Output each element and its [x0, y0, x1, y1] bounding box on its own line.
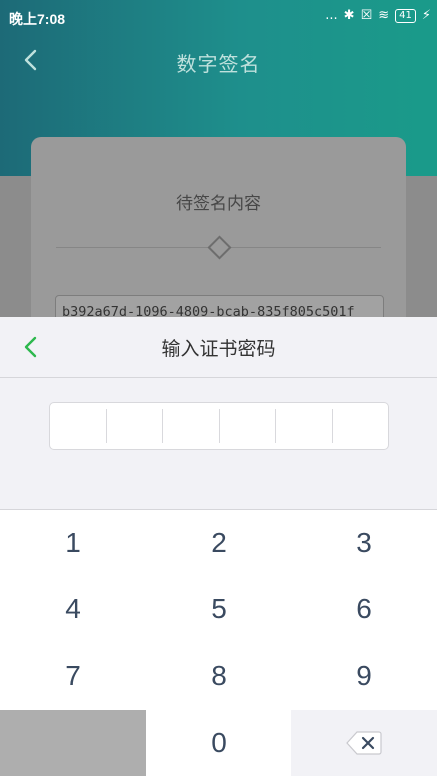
password-cell[interactable]: [50, 409, 106, 443]
number-keypad: 1 2 3 4 5 6 7 8 9 0: [0, 509, 437, 776]
status-bar: 晚上7:08 ... ✱ ☒ ≋ 41 ⚡: [0, 0, 437, 34]
key-4[interactable]: 4: [0, 576, 146, 642]
key-8[interactable]: 8: [146, 643, 292, 709]
sign-content-card: 待签名内容 b392a67d-1096-4809-bcab-835f805c50…: [31, 137, 406, 320]
sheet-header: 输入证书密码: [0, 317, 437, 378]
key-1[interactable]: 1: [0, 510, 146, 576]
background-page: 晚上7:08 ... ✱ ☒ ≋ 41 ⚡ 数字签名 待签名内容 b392a67…: [0, 0, 437, 320]
more-dots-icon: ...: [325, 8, 338, 23]
password-input[interactable]: [49, 402, 389, 450]
charging-icon: ⚡: [421, 8, 431, 23]
password-cell[interactable]: [218, 409, 276, 443]
bluetooth-icon: ✱: [343, 8, 355, 23]
diamond-icon: [207, 235, 232, 260]
status-time: 晚上7:08: [9, 11, 66, 27]
battery-icon: 41: [395, 8, 416, 23]
key-7[interactable]: 7: [0, 643, 146, 709]
card-title: 待签名内容: [176, 194, 261, 214]
key-9[interactable]: 9: [291, 643, 437, 709]
password-cell[interactable]: [331, 409, 389, 443]
page-title: 数字签名: [176, 52, 261, 76]
key-5[interactable]: 5: [146, 576, 292, 642]
key-blank: [0, 710, 146, 776]
wifi-icon: ≋: [378, 8, 390, 23]
password-cell[interactable]: [105, 409, 163, 443]
backspace-icon: [346, 731, 382, 755]
key-3[interactable]: 3: [291, 510, 437, 576]
key-0[interactable]: 0: [146, 710, 292, 776]
key-6[interactable]: 6: [291, 576, 437, 642]
password-sheet: 输入证书密码 1 2 3 4 5 6 7 8 9 0: [0, 317, 437, 776]
delete-key[interactable]: [291, 710, 437, 776]
sheet-title: 输入证书密码: [161, 338, 276, 360]
key-2[interactable]: 2: [146, 510, 292, 576]
password-cell[interactable]: [275, 409, 332, 443]
password-cell[interactable]: [162, 409, 219, 443]
status-icons: ... ✱ ☒ ≋ 41 ⚡: [325, 8, 431, 23]
sim-icon: ☒: [360, 8, 373, 23]
